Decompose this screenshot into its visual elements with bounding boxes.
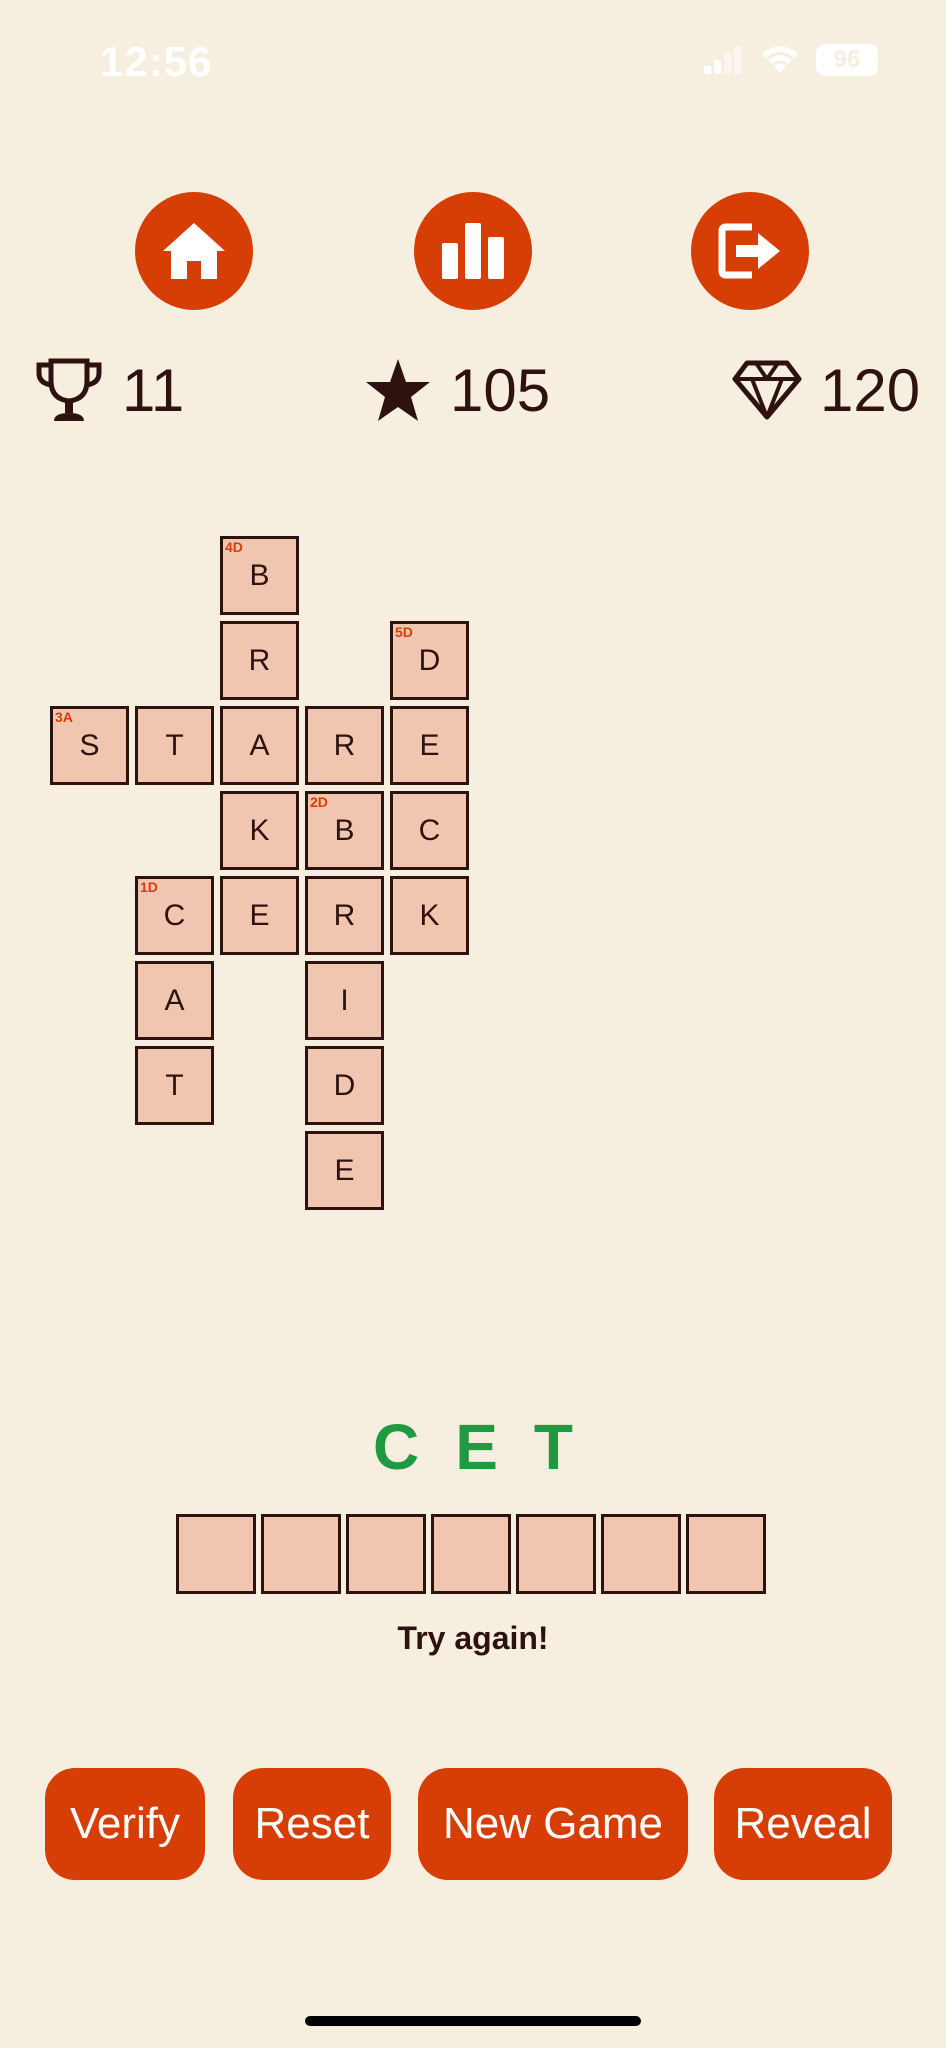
trophy-count: 11 (122, 356, 185, 424)
grid-cell[interactable]: T (135, 706, 214, 785)
cell-letter: T (165, 728, 184, 762)
grid-cell[interactable]: R (305, 876, 384, 955)
status-icons: 96 (704, 44, 878, 76)
stats-button[interactable] (414, 192, 532, 310)
verify-button[interactable]: Verify (45, 1768, 205, 1880)
answer-slot[interactable] (601, 1514, 681, 1594)
trophy-icon (36, 358, 102, 421)
answer-slot[interactable] (686, 1514, 766, 1594)
cell-letter: E (249, 898, 270, 932)
answer-slot[interactable] (516, 1514, 596, 1594)
grid-cell[interactable]: K (220, 791, 299, 870)
grid-cell[interactable]: 4D B (220, 536, 299, 615)
exit-button[interactable] (691, 192, 809, 310)
logout-icon (718, 223, 780, 279)
home-icon (163, 223, 225, 279)
cell-letter: R (333, 898, 356, 932)
star-count: 105 (450, 356, 551, 424)
cellular-signal-icon (704, 46, 741, 74)
grid-cell[interactable]: C (390, 791, 469, 870)
wifi-icon (762, 46, 798, 73)
cell-letter: K (419, 898, 440, 932)
cell-letter: D (418, 643, 441, 677)
grid-cell[interactable]: E (390, 706, 469, 785)
home-indicator (305, 2016, 641, 2026)
grid-cell[interactable]: 3A S (50, 706, 129, 785)
cell-letter: C (163, 898, 186, 932)
cell-letter: B (334, 813, 355, 847)
star-icon (366, 359, 430, 421)
cell-letter: I (340, 983, 349, 1017)
battery-level: 96 (833, 46, 861, 73)
answer-slots (176, 1514, 766, 1594)
grid-cell[interactable]: A (220, 706, 299, 785)
star-stat: 105 (364, 350, 550, 430)
gem-stat: 120 (732, 350, 920, 430)
cell-letter: E (419, 728, 440, 762)
answer-slot[interactable] (346, 1514, 426, 1594)
bar-chart-icon (442, 223, 504, 279)
home-button[interactable] (135, 192, 253, 310)
reveal-button[interactable]: Reveal (714, 1768, 892, 1880)
cell-letter: K (249, 813, 270, 847)
clue-number: 4D (225, 539, 243, 555)
feedback-message: Try again! (397, 1620, 549, 1656)
cell-letter: R (248, 643, 271, 677)
grid-cell[interactable]: 2D B (305, 791, 384, 870)
grid-cell[interactable]: E (220, 876, 299, 955)
status-bar: 12:56 96 (0, 0, 946, 130)
reset-button[interactable]: Reset (233, 1768, 391, 1880)
trophy-stat: 11 (34, 350, 184, 430)
answer-slot[interactable] (431, 1514, 511, 1594)
cell-letter: T (165, 1068, 184, 1102)
grid-cell[interactable]: E (305, 1131, 384, 1210)
grid-cell[interactable]: 5D D (390, 621, 469, 700)
grid-cell[interactable]: 1D C (135, 876, 214, 955)
clue-number: 3A (55, 709, 73, 725)
cell-letter: B (249, 558, 270, 592)
gem-icon (732, 360, 802, 420)
grid-cell[interactable]: R (220, 621, 299, 700)
cell-letter: C (418, 813, 441, 847)
cell-letter: D (333, 1068, 356, 1102)
clue-number: 5D (395, 624, 413, 640)
grid-cell[interactable]: K (390, 876, 469, 955)
clue-number: 2D (310, 794, 328, 810)
gem-count: 120 (820, 356, 921, 424)
battery-icon: 96 (816, 44, 878, 76)
clue-number: 1D (140, 879, 158, 895)
grid-cell[interactable]: D (305, 1046, 384, 1125)
status-time: 12:56 (100, 38, 213, 85)
cell-letter: R (333, 728, 356, 762)
grid-cell[interactable]: R (305, 706, 384, 785)
letter-pool[interactable]: CET (0, 1410, 946, 1484)
cell-letter: E (334, 1153, 355, 1187)
grid-cell[interactable]: I (305, 961, 384, 1040)
grid-cell[interactable]: T (135, 1046, 214, 1125)
cell-letter: A (249, 728, 270, 762)
answer-slot[interactable] (261, 1514, 341, 1594)
cell-letter: S (79, 728, 100, 762)
cell-letter: A (164, 983, 185, 1017)
grid-cell[interactable]: A (135, 961, 214, 1040)
new-game-button[interactable]: New Game (418, 1768, 688, 1880)
answer-slot[interactable] (176, 1514, 256, 1594)
